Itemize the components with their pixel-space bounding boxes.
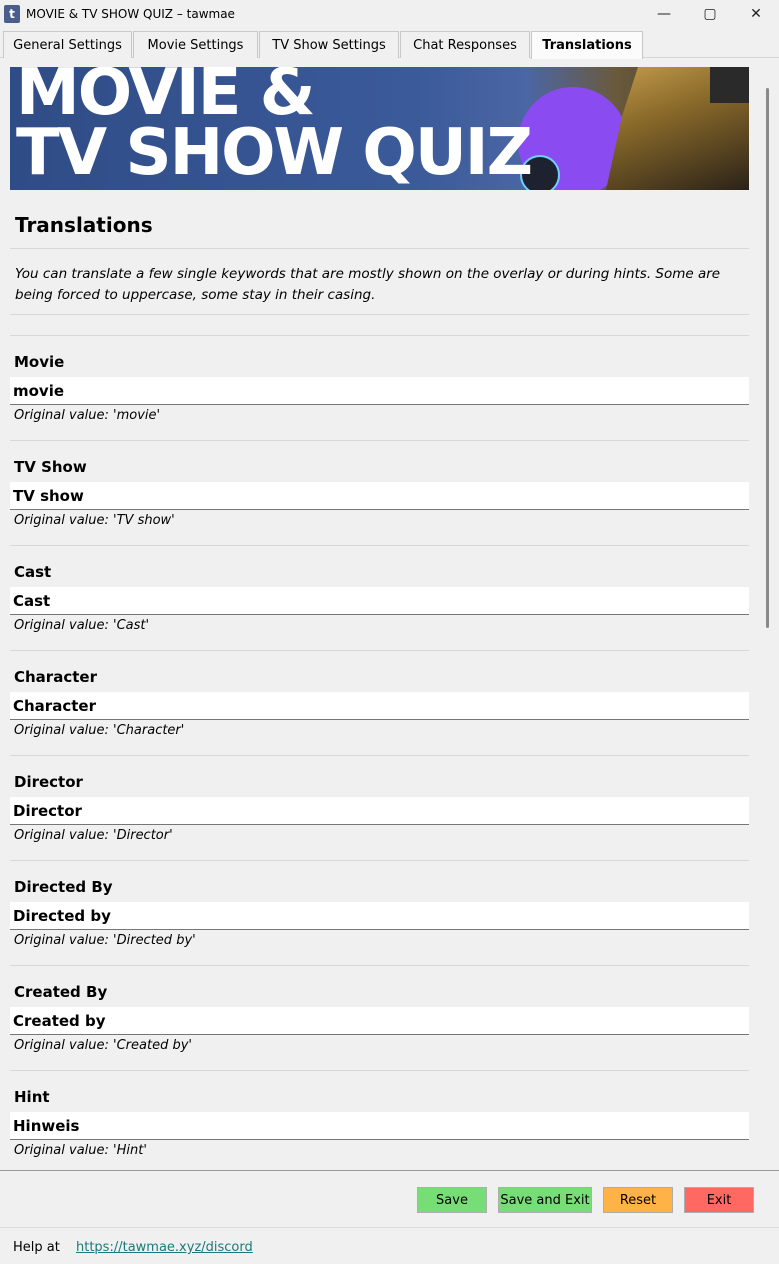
page-title: Translations <box>15 213 153 237</box>
character-label: Character <box>14 668 97 686</box>
director-label: Director <box>14 773 83 791</box>
created-by-label: Created By <box>14 983 108 1001</box>
divider <box>10 440 749 441</box>
app-icon: t <box>4 5 20 23</box>
banner-title-line-2: TV SHOW QUIZ <box>16 116 533 190</box>
created-by-translation-input[interactable] <box>10 1007 749 1035</box>
divider <box>10 965 749 966</box>
divider <box>10 248 749 249</box>
directed-by-label: Directed By <box>14 878 113 896</box>
divider <box>10 860 749 861</box>
tab-chat-responses[interactable]: Chat Responses <box>400 31 530 58</box>
director-translation-input[interactable] <box>10 797 749 825</box>
hint-label: Hint <box>14 1088 50 1106</box>
window-controls: — ▢ ✕ <box>641 0 779 28</box>
footer-divider <box>0 1170 779 1171</box>
divider <box>10 650 749 651</box>
footer-divider <box>0 1227 779 1228</box>
divider <box>10 314 749 315</box>
close-icon: ✕ <box>750 6 762 22</box>
cast-original-value: Original value: 'Cast' <box>14 618 150 633</box>
cast-label: Cast <box>14 563 52 581</box>
character-translation-input[interactable] <box>10 692 749 720</box>
banner-title: MOVIE & TV SHOW QUIZ <box>16 67 533 190</box>
page-description: You can translate a few single keywords … <box>15 266 721 303</box>
movie-translation-input[interactable] <box>10 377 749 405</box>
divider <box>10 755 749 756</box>
cast-translation-input[interactable] <box>10 587 749 615</box>
content-area: MOVIE & TV SHOW QUIZ Translations You ca… <box>0 58 779 1170</box>
banner-image: MOVIE & TV SHOW QUIZ <box>10 67 749 190</box>
exit-button[interactable]: Exit <box>684 1187 754 1213</box>
minimize-icon: — <box>657 6 671 22</box>
tab-bar: General Settings Movie Settings TV Show … <box>0 31 779 59</box>
scrollbar-thumb[interactable] <box>766 88 769 628</box>
tv-show-translation-input[interactable] <box>10 482 749 510</box>
directed-by-translation-input[interactable] <box>10 902 749 930</box>
director-original-value: Original value: 'Director' <box>14 828 173 843</box>
tab-translations[interactable]: Translations <box>531 31 643 59</box>
title-bar: t MOVIE & TV SHOW QUIZ – tawmae — ▢ ✕ <box>0 0 779 28</box>
close-button[interactable]: ✕ <box>733 0 779 28</box>
discord-link[interactable]: https://tawmae.xyz/discord <box>76 1240 253 1255</box>
movie-label: Movie <box>14 353 65 371</box>
directed-by-original-value: Original value: 'Directed by' <box>14 933 196 948</box>
maximize-icon: ▢ <box>703 6 717 22</box>
tv-show-label: TV Show <box>14 458 87 476</box>
help-text: Help at <box>13 1240 60 1255</box>
tv-show-original-value: Original value: 'TV show' <box>14 513 175 528</box>
divider <box>10 335 749 336</box>
movie-original-value: Original value: 'movie' <box>14 408 161 423</box>
window-title: MOVIE & TV SHOW QUIZ – tawmae <box>26 7 235 21</box>
created-by-original-value: Original value: 'Created by' <box>14 1038 192 1053</box>
tab-movie-settings[interactable]: Movie Settings <box>133 31 258 58</box>
minimize-button[interactable]: — <box>641 0 687 28</box>
hint-original-value: Original value: 'Hint' <box>14 1143 147 1158</box>
vertical-scrollbar[interactable] <box>764 58 770 1170</box>
divider <box>10 1070 749 1071</box>
save-button[interactable]: Save <box>417 1187 487 1213</box>
divider <box>10 545 749 546</box>
tab-tv-show-settings[interactable]: TV Show Settings <box>259 31 399 58</box>
banner-corner-graphic <box>710 67 749 103</box>
character-original-value: Original value: 'Character' <box>14 723 185 738</box>
hint-translation-input[interactable] <box>10 1112 749 1140</box>
banner-title-line-1: MOVIE & <box>16 67 316 130</box>
reset-button[interactable]: Reset <box>603 1187 673 1213</box>
maximize-button[interactable]: ▢ <box>687 0 733 28</box>
save-and-exit-button[interactable]: Save and Exit <box>498 1187 592 1213</box>
tab-general-settings[interactable]: General Settings <box>3 31 132 58</box>
